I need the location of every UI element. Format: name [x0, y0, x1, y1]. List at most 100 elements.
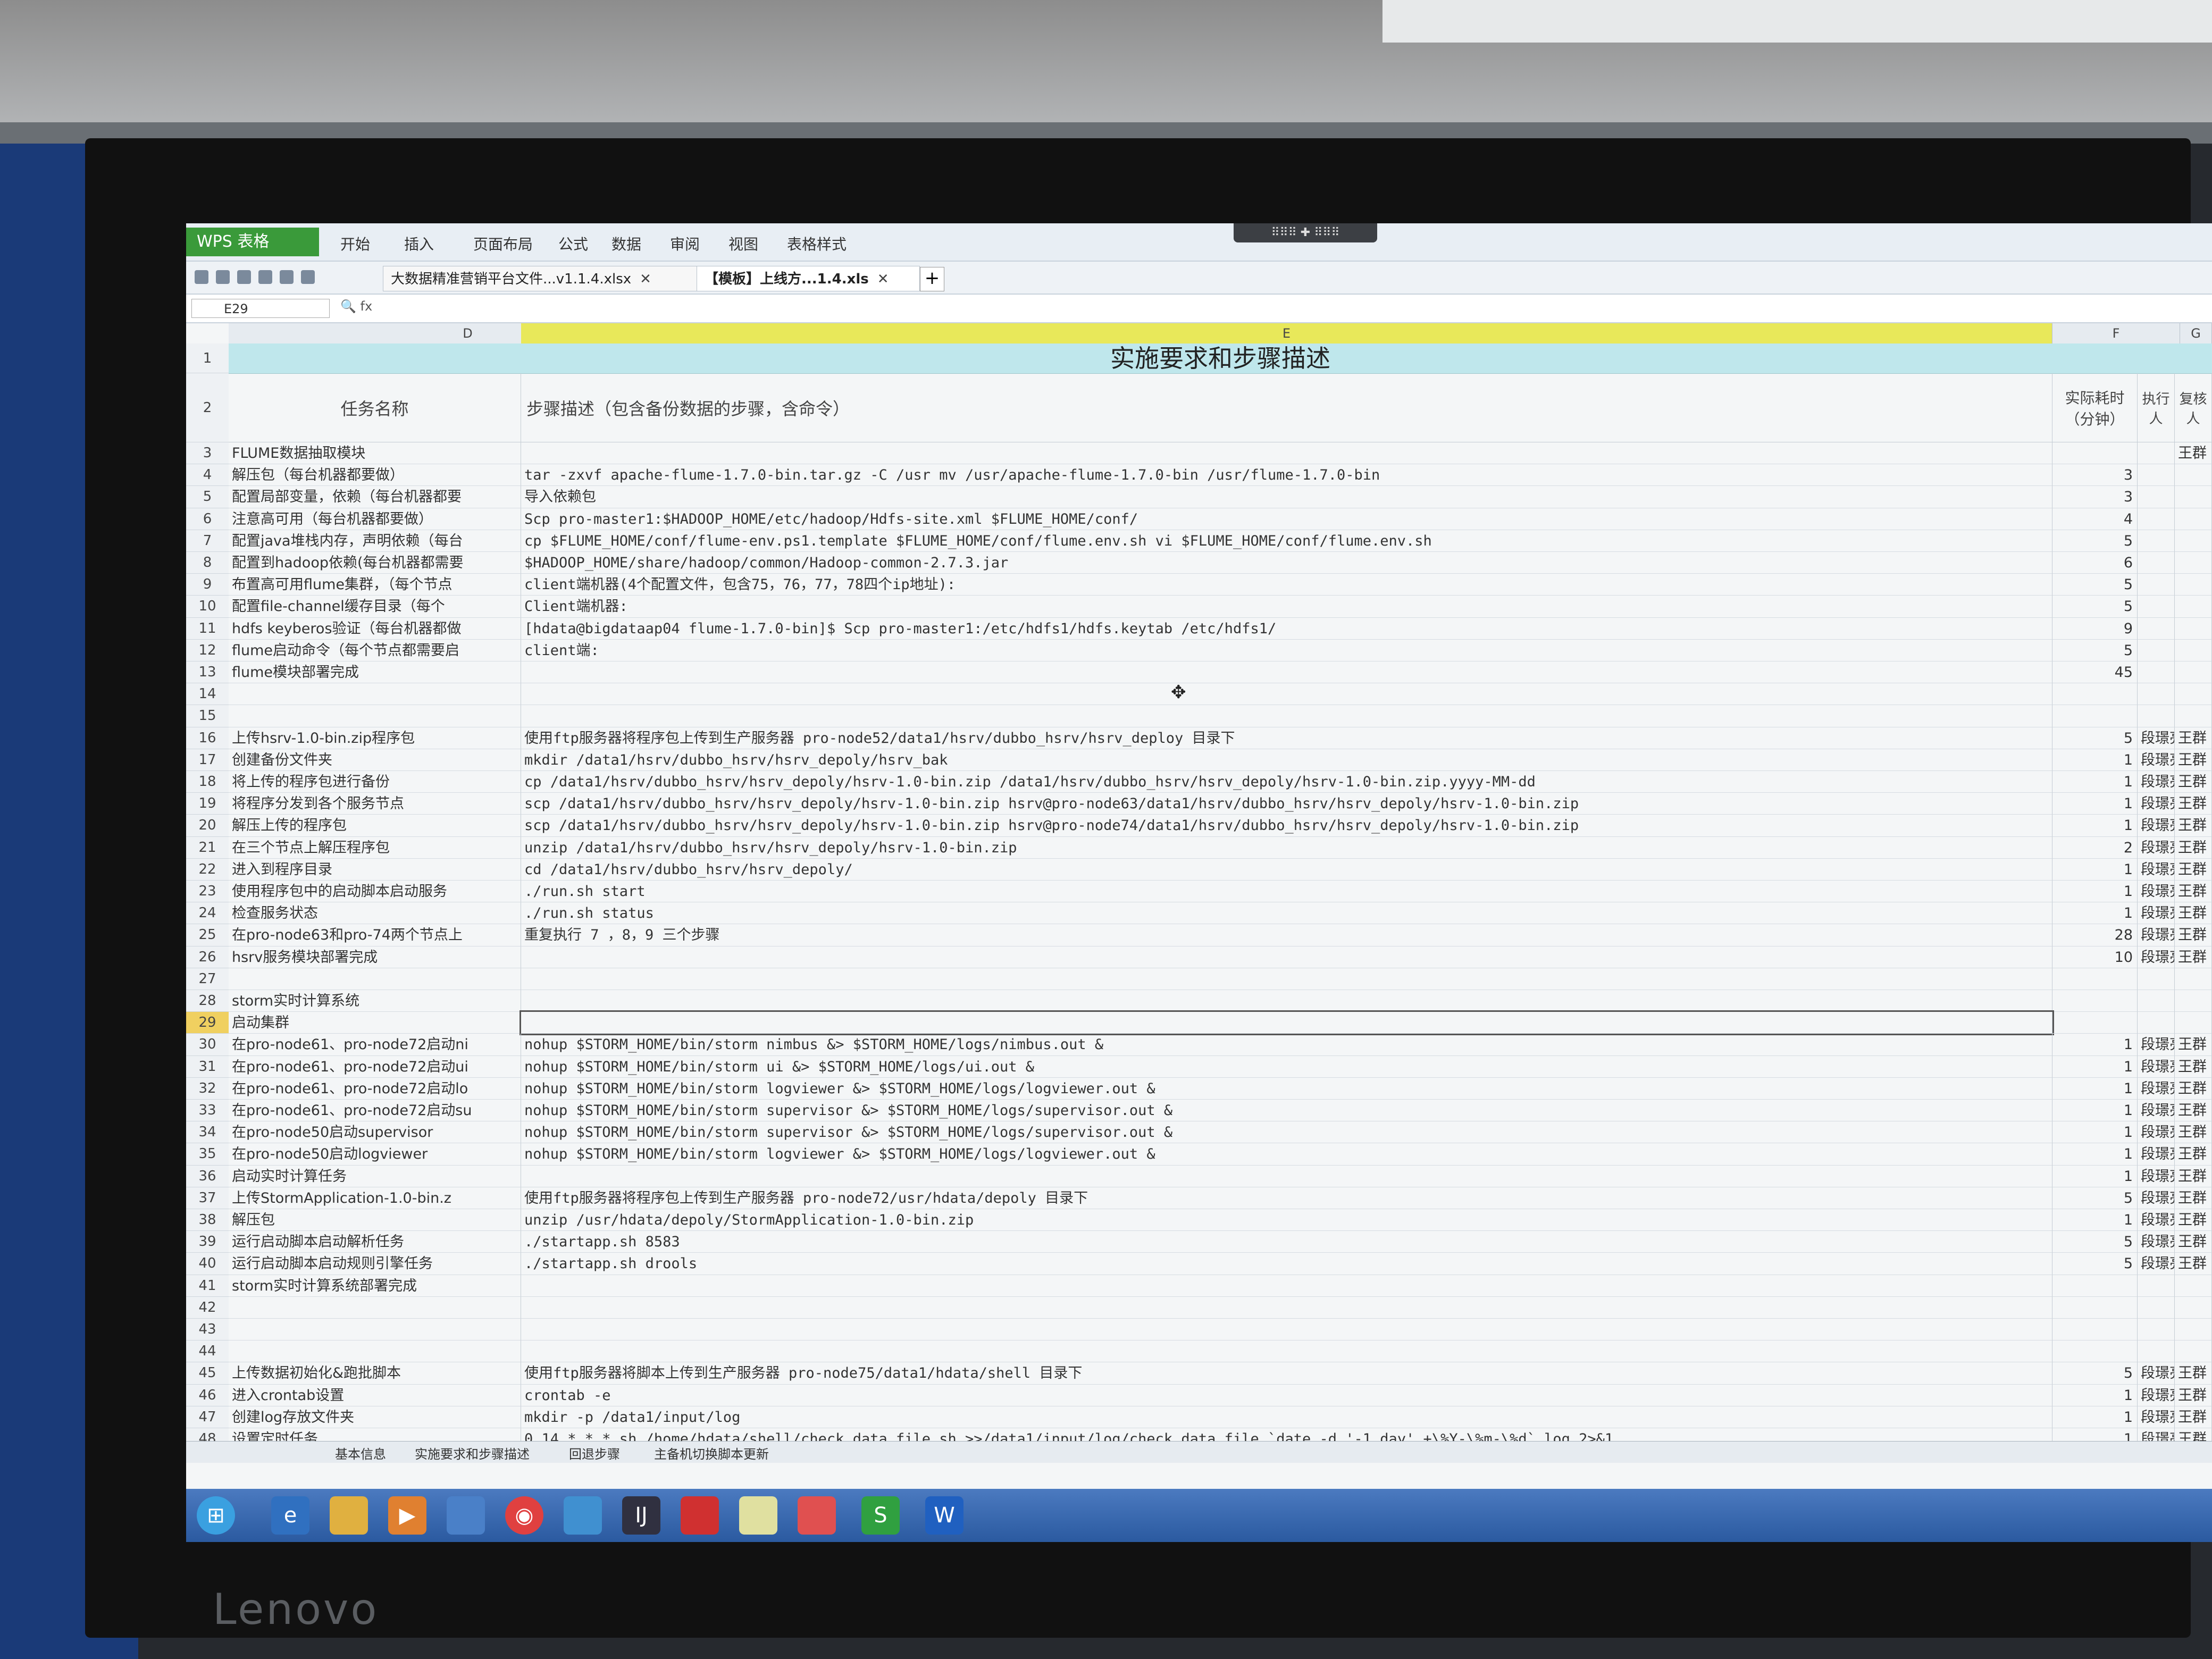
executor-cell[interactable]: 段璟亮 [2138, 1187, 2175, 1209]
row-number[interactable]: 25 [186, 924, 229, 946]
time-cell[interactable]: 5 [2052, 596, 2138, 618]
reviewer-cell[interactable]: 王群 [2175, 1121, 2212, 1144]
chrome-icon[interactable]: ◉ [505, 1496, 543, 1535]
step-description-cell[interactable]: unzip /data1/hsrv/dubbo_hsrv/hsrv_depoly… [521, 836, 2052, 859]
column-header-e[interactable]: E [521, 323, 2052, 343]
time-cell[interactable]: 1 [2052, 749, 2138, 771]
step-description-cell[interactable]: mkdir /data1/hsrv/dubbo_hsrv/hsrv_depoly… [521, 749, 2052, 771]
executor-cell[interactable]: 段璟亮 [2138, 1406, 2175, 1428]
step-description-cell[interactable] [521, 705, 2052, 727]
step-description-cell[interactable] [521, 442, 2052, 465]
reviewer-cell[interactable] [2175, 552, 2212, 574]
menu-item[interactable]: 插入 [404, 233, 434, 254]
row-number[interactable]: 34 [186, 1121, 229, 1144]
row-number[interactable]: 4 [186, 464, 229, 487]
step-description-cell[interactable]: ./startapp.sh 8583 [521, 1231, 2052, 1253]
row-number[interactable]: 8 [186, 552, 229, 574]
save-icon[interactable] [216, 270, 230, 284]
task-name-cell[interactable]: 在三个节点上解压程序包 [229, 836, 521, 859]
executor-cell[interactable]: 段璟亮 [2138, 749, 2175, 771]
executor-cell[interactable]: 段璟亮 [2138, 1121, 2175, 1144]
row-number[interactable]: 20 [186, 815, 229, 837]
executor-cell[interactable]: 段璟亮 [2138, 1034, 2175, 1056]
column-header-f[interactable]: F [2052, 323, 2180, 343]
step-description-cell[interactable] [521, 946, 2052, 968]
undo-icon[interactable] [280, 270, 294, 284]
executor-cell[interactable] [2138, 596, 2175, 618]
row-number[interactable]: 27 [186, 968, 229, 990]
row-number[interactable]: 42 [186, 1296, 229, 1319]
task-name-cell[interactable]: 运行启动脚本启动解析任务 [229, 1231, 521, 1253]
step-description-cell[interactable]: cp $FLUME_HOME/conf/flume-env.ps1.templa… [521, 530, 2052, 552]
header-task[interactable]: 任务名称 [229, 373, 521, 442]
sheet-tab[interactable]: 主备机切换脚本更新 [654, 1444, 769, 1462]
executor-cell[interactable]: 段璟亮 [2138, 815, 2175, 837]
step-description-cell[interactable] [521, 661, 2052, 684]
time-cell[interactable]: 1 [2052, 1384, 2138, 1406]
executor-cell[interactable] [2138, 552, 2175, 574]
executor-cell[interactable] [2138, 1340, 2175, 1363]
header-steps[interactable]: 步骤描述（包含备份数据的步骤，含命令） [521, 373, 2052, 442]
reviewer-cell[interactable]: 王群 [2175, 1406, 2212, 1428]
step-description-cell[interactable]: crontab -e [521, 1384, 2052, 1406]
row-number[interactable]: 30 [186, 1034, 229, 1056]
bird-app-icon[interactable] [798, 1496, 836, 1535]
executor-cell[interactable] [2138, 705, 2175, 727]
reviewer-cell[interactable]: 王群 [2175, 881, 2212, 903]
reviewer-cell[interactable]: 王群 [2175, 727, 2212, 749]
step-description-cell[interactable] [521, 990, 2052, 1012]
executor-cell[interactable]: 段璟亮 [2138, 727, 2175, 749]
reviewer-cell[interactable] [2175, 617, 2212, 640]
executor-cell[interactable]: 段璟亮 [2138, 1231, 2175, 1253]
header-time[interactable]: 实际耗时（分钟） [2052, 373, 2138, 442]
task-name-cell[interactable]: 检查服务状态 [229, 902, 521, 925]
task-name-cell[interactable]: 在pro-node61、pro-node72启动lo [229, 1077, 521, 1100]
time-cell[interactable]: 5 [2052, 1362, 2138, 1385]
time-cell[interactable]: 1 [2052, 1100, 2138, 1122]
step-description-cell[interactable]: 导入依赖包 [521, 486, 2052, 508]
document-tab-2[interactable]: 【模板】上线方...1.4.xls ✕ [697, 266, 920, 291]
row-number[interactable]: 13 [186, 661, 229, 684]
step-description-cell[interactable]: unzip /usr/hdata/depoly/StormApplication… [521, 1209, 2052, 1231]
step-description-cell[interactable] [521, 683, 2052, 706]
time-cell[interactable]: 4 [2052, 508, 2138, 530]
step-description-cell[interactable]: nohup $STORM_HOME/bin/storm ui &> $STORM… [521, 1055, 2052, 1078]
step-description-cell[interactable]: ./run.sh start [521, 881, 2052, 903]
row-number[interactable]: 3 [186, 442, 229, 465]
task-name-cell[interactable]: 解压包（每台机器都要做） [229, 464, 521, 487]
task-name-cell[interactable]: 进入到程序目录 [229, 858, 521, 881]
reviewer-cell[interactable] [2175, 990, 2212, 1012]
time-cell[interactable]: 28 [2052, 924, 2138, 946]
step-description-cell[interactable]: 使用ftp服务器将程序包上传到生产服务器 pro-node72/usr/hdat… [521, 1187, 2052, 1209]
executor-cell[interactable]: 段璟亮 [2138, 793, 2175, 815]
time-cell[interactable]: 5 [2052, 1187, 2138, 1209]
menu-item[interactable]: 公式 [558, 233, 588, 254]
reviewer-cell[interactable]: 王群 [2175, 1034, 2212, 1056]
step-description-cell[interactable]: nohup $STORM_HOME/bin/storm nimbus &> $S… [521, 1034, 2052, 1056]
task-name-cell[interactable] [229, 968, 521, 990]
time-cell[interactable] [2052, 683, 2138, 706]
wps-app-button[interactable]: WPS 表格 [186, 228, 319, 256]
task-name-cell[interactable]: 配置file-channel缓存目录（每个 [229, 596, 521, 618]
reviewer-cell[interactable]: 王群 [2175, 902, 2212, 925]
step-description-cell[interactable]: nohup $STORM_HOME/bin/storm supervisor &… [521, 1121, 2052, 1144]
reviewer-cell[interactable] [2175, 968, 2212, 990]
reviewer-cell[interactable]: 王群 [2175, 1143, 2212, 1166]
executor-cell[interactable] [2138, 1012, 2175, 1034]
row-number[interactable]: 14 [186, 683, 229, 706]
sheet-tab[interactable]: 回退步骤 [569, 1444, 620, 1462]
task-name-cell[interactable]: FLUME数据抽取模块 [229, 442, 521, 465]
time-cell[interactable]: 1 [2052, 902, 2138, 925]
task-name-cell[interactable]: 解压上传的程序包 [229, 815, 521, 837]
sheet-tab[interactable]: 基本信息 [335, 1444, 386, 1462]
executor-cell[interactable] [2138, 464, 2175, 487]
time-cell[interactable]: 1 [2052, 858, 2138, 881]
new-tab-button[interactable]: + [920, 267, 944, 291]
task-name-cell[interactable]: 启动实时计算任务 [229, 1165, 521, 1187]
row-number[interactable]: 15 [186, 705, 229, 727]
row-number[interactable]: 17 [186, 749, 229, 771]
time-cell[interactable]: 1 [2052, 881, 2138, 903]
time-cell[interactable]: 1 [2052, 1055, 2138, 1078]
time-cell[interactable] [2052, 1296, 2138, 1319]
task-name-cell[interactable] [229, 1319, 521, 1341]
